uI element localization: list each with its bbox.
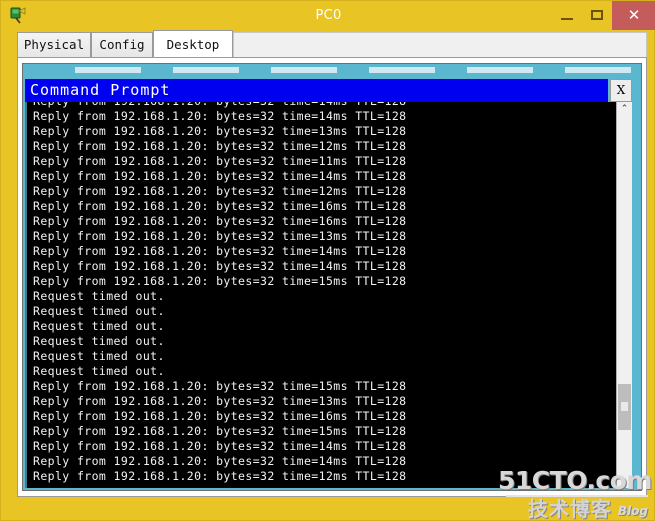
window-title-bar: PC0 ✕ [1,1,655,30]
scroll-up-button[interactable]: ⌃ [617,102,632,116]
tab-bar: Physical Config Desktop [17,30,647,58]
desktop-shortcut-chip [173,67,239,73]
watermark-chinese-text: 技术博客 [527,497,612,521]
terminal-text: Reply from 192.168.1.20: bytes=32 time=1… [33,102,407,483]
terminal-output-area[interactable]: Reply from 192.168.1.20: bytes=32 time=1… [25,102,632,488]
scrollbar-thumb-grip [621,402,628,411]
close-button[interactable]: ✕ [612,1,655,30]
desktop-shortcut-chip [467,67,533,73]
command-prompt-title-bar[interactable]: Command Prompt X [25,79,632,102]
desktop-shortcut-chip [271,67,337,73]
command-prompt-close-button[interactable]: X [610,79,632,102]
tab-desktop[interactable]: Desktop [153,30,233,58]
maximize-icon [591,10,603,20]
desktop-shortcut-chip [369,67,435,73]
watermark-blog-label: Blog [617,504,648,518]
scrollbar-thumb[interactable] [618,384,631,430]
terminal-scrollbar[interactable]: ⌃ [616,102,632,488]
minimize-icon [561,18,573,20]
command-prompt-title: Command Prompt [30,81,171,99]
command-prompt-window: Command Prompt X Reply from 192.168.1.20… [25,79,632,488]
desktop-shortcut-chip [565,67,631,73]
watermark-subtitle-row: 技术博客 Blog [498,498,648,520]
tab-strip-filler [233,32,647,58]
desktop-shortcut-chip [75,67,141,73]
pc0-application-window: PC0 ✕ Physical Config Desktop Command Pr… [0,0,655,521]
maximize-button[interactable] [582,1,612,30]
close-icon: ✕ [627,6,641,24]
tab-config[interactable]: Config [91,32,153,58]
minimize-button[interactable] [552,1,582,30]
tab-physical[interactable]: Physical [17,32,91,58]
